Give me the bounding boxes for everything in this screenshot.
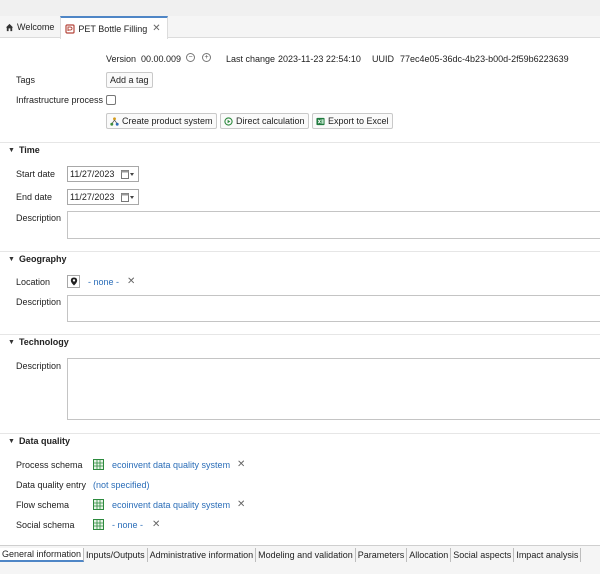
collapse-arrow-icon: ▼ <box>8 437 15 445</box>
technology-section-title: Technology <box>18 337 69 347</box>
tab-administrative-information[interactable]: Administrative information <box>148 548 257 562</box>
last-change-label: Last change <box>226 54 276 64</box>
time-description-label: Description <box>16 213 62 223</box>
calendar-icon[interactable] <box>121 170 135 179</box>
infrastructure-checkbox[interactable] <box>106 95 116 105</box>
last-change-value: 2023-11-23 22:54:10 <box>278 54 361 64</box>
close-icon[interactable]: ✕ <box>152 23 160 34</box>
product-system-icon <box>110 116 119 126</box>
process-icon <box>65 23 75 34</box>
section-divider <box>0 334 600 335</box>
tab-modeling-and-validation[interactable]: Modeling and validation <box>256 548 356 562</box>
run-icon <box>224 116 233 126</box>
collapse-arrow-icon: ▼ <box>8 255 15 263</box>
location-link[interactable]: - none - <box>88 277 119 287</box>
editor-page-tabs: General information Inputs/Outputs Admin… <box>0 545 600 574</box>
geography-description-input[interactable] <box>67 295 600 322</box>
data-quality-section-title: Data quality <box>18 436 70 446</box>
end-date-label: End date <box>16 192 53 202</box>
time-section-title: Time <box>18 145 40 155</box>
technology-description-label: Description <box>16 361 62 371</box>
version-down-icon[interactable]: − <box>186 53 195 62</box>
end-date-picker[interactable]: 11/27/2023 <box>67 189 139 205</box>
social-schema-link[interactable]: - none - <box>112 520 143 530</box>
data-quality-section-header[interactable]: ▼ Data quality <box>8 436 70 446</box>
end-date-value: 11/27/2023 <box>70 192 115 202</box>
home-icon <box>4 22 14 32</box>
tab-welcome[interactable]: Welcome <box>0 16 60 38</box>
version-label: Version <box>106 54 137 64</box>
calendar-icon[interactable] <box>121 193 135 202</box>
time-description-input[interactable] <box>67 211 600 239</box>
technology-section-header[interactable]: ▼ Technology <box>8 337 69 347</box>
tab-allocation[interactable]: Allocation <box>407 548 452 562</box>
collapse-arrow-icon: ▼ <box>8 146 15 154</box>
grid-icon <box>93 499 104 510</box>
export-to-excel-label: Export to Excel <box>328 116 389 126</box>
tab-welcome-label: Welcome <box>17 22 55 32</box>
add-tag-button[interactable]: Add a tag <box>106 72 153 88</box>
infrastructure-label: Infrastructure process <box>16 95 104 105</box>
clear-process-schema-icon[interactable]: ✕ <box>237 459 245 470</box>
tab-social-aspects[interactable]: Social aspects <box>451 548 515 562</box>
tab-impact-analysis[interactable]: Impact analysis <box>514 548 582 562</box>
start-date-label: Start date <box>16 169 56 179</box>
location-label: Location <box>16 277 51 287</box>
export-to-excel-button[interactable]: Export to Excel <box>312 113 393 129</box>
section-divider <box>0 433 600 434</box>
tab-pet-bottle-filling[interactable]: PET Bottle Filling ✕ <box>60 16 168 39</box>
grid-icon <box>93 519 104 530</box>
process-editor-content: Version 00.00.009 − + Last change 2023-1… <box>0 39 600 545</box>
tab-pet-bottle-filling-label: PET Bottle Filling <box>78 23 148 34</box>
clear-location-icon[interactable]: ✕ <box>127 276 135 287</box>
version-up-icon[interactable]: + <box>202 53 211 62</box>
section-divider <box>0 142 600 143</box>
editor-tab-bar: Welcome PET Bottle Filling ✕ <box>0 16 600 39</box>
version-value: 00.00.009 <box>141 54 182 64</box>
map-pin-icon[interactable] <box>67 275 80 288</box>
window-top-strip <box>0 0 600 16</box>
data-quality-entry-label: Data quality entry <box>16 480 87 490</box>
flow-schema-label: Flow schema <box>16 500 70 510</box>
uuid-value: 77ec4e05-36dc-4b23-b00d-2f59b6223639 <box>400 54 569 64</box>
data-quality-entry-link[interactable]: (not specified) <box>93 480 150 490</box>
geography-section-title: Geography <box>18 254 67 264</box>
uuid-label: UUID <box>372 54 394 64</box>
create-product-system-button[interactable]: Create product system <box>106 113 217 129</box>
start-date-value: 11/27/2023 <box>70 169 115 179</box>
direct-calculation-label: Direct calculation <box>236 116 305 126</box>
clear-flow-schema-icon[interactable]: ✕ <box>237 499 245 510</box>
collapse-arrow-icon: ▼ <box>8 338 15 346</box>
geography-description-label: Description <box>16 297 62 307</box>
tags-label: Tags <box>16 75 36 85</box>
tab-inputs-outputs[interactable]: Inputs/Outputs <box>84 548 148 562</box>
tab-parameters[interactable]: Parameters <box>356 548 408 562</box>
start-date-picker[interactable]: 11/27/2023 <box>67 166 139 182</box>
process-schema-link[interactable]: ecoinvent data quality system <box>112 460 230 470</box>
clear-social-schema-icon[interactable]: ✕ <box>152 519 160 530</box>
add-tag-button-label: Add a tag <box>110 75 149 85</box>
process-schema-label: Process schema <box>16 460 83 470</box>
geography-section-header[interactable]: ▼ Geography <box>8 254 66 264</box>
time-section-header[interactable]: ▼ Time <box>8 145 40 155</box>
direct-calculation-button[interactable]: Direct calculation <box>220 113 309 129</box>
social-schema-label: Social schema <box>16 520 75 530</box>
section-divider <box>0 251 600 252</box>
tab-general-information[interactable]: General information <box>0 548 85 562</box>
grid-icon <box>93 459 104 470</box>
technology-description-input[interactable] <box>67 358 600 420</box>
create-product-system-label: Create product system <box>122 116 213 126</box>
excel-icon <box>316 117 325 126</box>
flow-schema-link[interactable]: ecoinvent data quality system <box>112 500 230 510</box>
